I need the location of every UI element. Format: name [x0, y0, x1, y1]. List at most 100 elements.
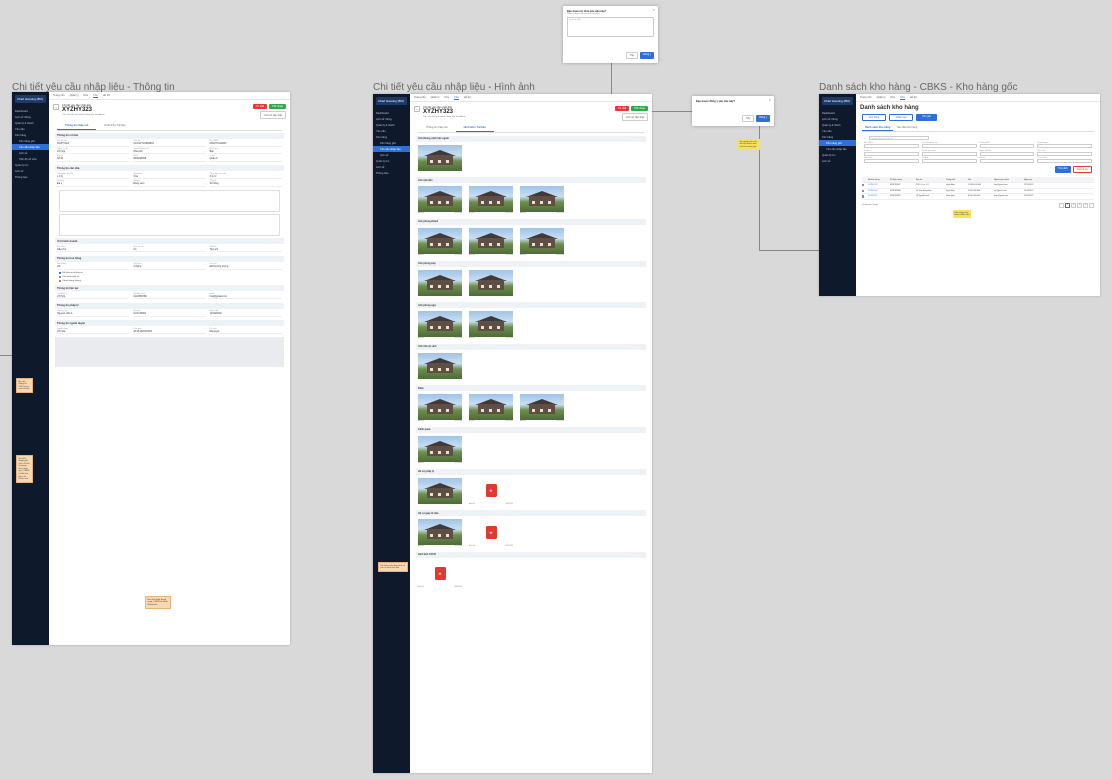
nav-link[interactable]: Quản lý	[70, 94, 79, 97]
back-icon[interactable]: ‹	[414, 106, 420, 112]
nav-link[interactable]: Khu	[891, 96, 896, 99]
filter-input[interactable]	[864, 151, 919, 156]
history-button[interactable]: Lịch sử cập nhật	[622, 113, 648, 121]
tab-images[interactable]: Hình ảnh / Tài liệu	[455, 125, 494, 132]
tab-warehouse[interactable]: Kho hàng	[862, 114, 887, 121]
photo-thumbnail[interactable]: Ảnh nhà 12/03/2023	[520, 186, 564, 214]
table-cell[interactable]: XYZHY323	[868, 184, 890, 186]
photo-thumbnail[interactable]: Ảnh nhà 12/03/2023	[418, 311, 462, 339]
cancel-button[interactable]: Hủy	[742, 114, 755, 122]
filter-input[interactable]	[1037, 144, 1092, 148]
row-checkbox[interactable]	[862, 189, 865, 193]
page-button[interactable]: 2	[1070, 203, 1077, 208]
checkbox-row[interactable]: Khách hàng đồng ý	[49, 279, 290, 283]
photo-thumbnail[interactable]: Ảnh nhà 12/03/2023	[418, 394, 462, 422]
photo-thumbnail[interactable]: Ảnh nhà 12/03/2023	[418, 477, 462, 505]
sidebar-item[interactable]: Thông báo	[12, 174, 49, 180]
filter-input[interactable]	[921, 159, 977, 163]
cancel-button[interactable]: Hủy	[626, 51, 639, 59]
nav-link[interactable]: Hỗ trợ	[103, 94, 110, 97]
sidebar-item[interactable]: Thông báo	[373, 170, 410, 176]
tab-info[interactable]: Thông tin nhập mô	[57, 123, 97, 130]
sidebar-item[interactable]: Lịch sử	[819, 158, 856, 164]
photo-thumbnail[interactable]: Ảnh nhà 12/03/2023	[520, 394, 564, 422]
photo-thumbnail[interactable]: Ảnh nhà 12/03/2023	[418, 352, 462, 380]
page-button[interactable]: 1	[1064, 203, 1070, 208]
search-button[interactable]: Tìm kiếm	[1054, 166, 1071, 174]
photo-thumbnail[interactable]: Ảnh nhà 12/03/2023	[469, 394, 513, 422]
photo-thumbnail[interactable]: Ảnh nhà 12/03/2023	[418, 186, 462, 214]
tab-info[interactable]: Thông tin nhập mô	[418, 125, 456, 132]
nav-link[interactable]: Quản lý	[431, 96, 440, 99]
tab-origin[interactable]: Kho gốc	[916, 114, 938, 121]
page-button[interactable]: ›	[1089, 203, 1094, 208]
photo-thumbnail[interactable]: Ảnh nhà 12/03/2023	[469, 186, 513, 214]
close-icon[interactable]: ✕	[652, 8, 655, 12]
reset-button[interactable]: Xóa bộ lọc	[1072, 166, 1092, 174]
photo-thumbnail[interactable]: Ảnh nhà 12/03/2023	[520, 227, 564, 256]
photo-thumbnail[interactable]: Ảnh nhà 12/03/2023	[418, 144, 462, 172]
reject-button[interactable]: Từ chối	[253, 104, 268, 110]
checkbox-icon[interactable]	[59, 276, 62, 279]
nav-link[interactable]: Hỗ trợ	[464, 96, 471, 99]
checkbox-icon[interactable]	[59, 272, 62, 275]
approve-button[interactable]: Phê duyệt	[631, 106, 648, 112]
photo-thumbnail[interactable]: Ảnh nhà 12/03/2023	[469, 227, 513, 256]
confirm-button[interactable]: Đồng ý	[756, 114, 770, 122]
close-icon[interactable]: ✕	[768, 98, 771, 102]
filter-input[interactable]	[864, 159, 919, 163]
photo-thumbnail[interactable]: Ảnh nhà 12/03/2023	[418, 519, 462, 547]
nav-link[interactable]: Kho	[454, 96, 459, 100]
filter-input[interactable]	[921, 151, 977, 156]
table-cell[interactable]: XYZHY325	[868, 195, 890, 197]
photo-thumbnail[interactable]: Ảnh nhà 12/03/2023	[418, 435, 462, 464]
nav-link[interactable]: Trang chủ	[414, 96, 426, 99]
row-checkbox[interactable]	[862, 183, 865, 187]
tab-images[interactable]: Hình ảnh / Tài liệu	[96, 123, 133, 130]
filter-input[interactable]	[1037, 159, 1092, 163]
photo-thumbnail[interactable]: Ảnh nhà 12/03/2023	[418, 227, 462, 256]
page-size[interactable]: 10 bản ghi / trang	[862, 204, 878, 206]
nav-link[interactable]: Trang chủ	[860, 96, 872, 99]
table-cell[interactable]: XYZHY324	[868, 190, 890, 192]
filter-input[interactable]	[979, 151, 1035, 156]
reject-button[interactable]: Từ chối	[615, 106, 630, 112]
pdf-thumbnail[interactable]: ⟡ Ảnh nhà 12/03/2023	[469, 478, 513, 505]
filter-input[interactable]	[1037, 151, 1092, 156]
back-icon[interactable]: ‹	[53, 104, 59, 110]
nav-link[interactable]: Kho	[900, 96, 905, 100]
house-image	[418, 144, 462, 171]
pdf-thumbnail[interactable]: ⟡ Ảnh nhà 12/03/2023	[469, 519, 513, 547]
confirm-button[interactable]: Đồng ý	[640, 51, 654, 59]
photo-thumbnail[interactable]: Ảnh nhà 12/03/2023	[469, 311, 513, 339]
nav-link[interactable]: Khu	[445, 96, 450, 99]
photo-thumbnail[interactable]: Ảnh nhà 12/03/2023	[418, 269, 462, 297]
subtab-requests[interactable]: Yêu cầu kho hàng	[893, 125, 920, 131]
page-button[interactable]: ‹	[1059, 203, 1064, 208]
filter-input[interactable]	[864, 144, 919, 148]
subtab-list[interactable]: Danh sách kho hàng	[862, 125, 894, 131]
filter-input[interactable]	[979, 159, 1035, 163]
nav-link[interactable]: Kho	[93, 94, 98, 98]
row-checkbox[interactable]	[862, 195, 865, 198]
filter-input[interactable]	[921, 144, 977, 148]
page-button[interactable]: 4	[1083, 203, 1089, 208]
photo-date: 12/03/2023	[454, 462, 462, 464]
table-row[interactable]: XYZHY325 0918263849 78 Nguyễn Huệ Hoạt động…	[862, 194, 1094, 201]
nav-link[interactable]: Khu	[84, 94, 89, 97]
approve-button[interactable]: Phê duyệt	[269, 104, 286, 110]
nav-link[interactable]: Trang chủ	[53, 94, 65, 97]
nav-link[interactable]: Hỗ trợ	[910, 96, 917, 99]
filter-input[interactable]	[979, 144, 1035, 148]
pdf-thumbnail[interactable]: ⟡ Ảnh nhà 12/03/2023	[418, 561, 462, 588]
checkbox-icon[interactable]	[59, 280, 62, 283]
search-input[interactable]: Tìm kiếm theo mã, địa chỉ	[868, 136, 929, 140]
field: Người duyệt Võ Hợp	[57, 328, 130, 335]
page-button[interactable]: 3	[1077, 203, 1083, 208]
photo-thumbnail[interactable]: Ảnh nhà 12/03/2023	[469, 269, 513, 297]
nav-link[interactable]: Quản lý	[877, 96, 886, 99]
tab-category[interactable]: Phân loại	[889, 114, 914, 121]
sticky-note: Ấn vào thông tin PDF mở ra xem tài liệu	[16, 378, 33, 394]
history-button[interactable]: Lịch sử cập nhật	[260, 111, 286, 119]
reason-textarea[interactable]: Lý do từ chối	[567, 17, 654, 37]
